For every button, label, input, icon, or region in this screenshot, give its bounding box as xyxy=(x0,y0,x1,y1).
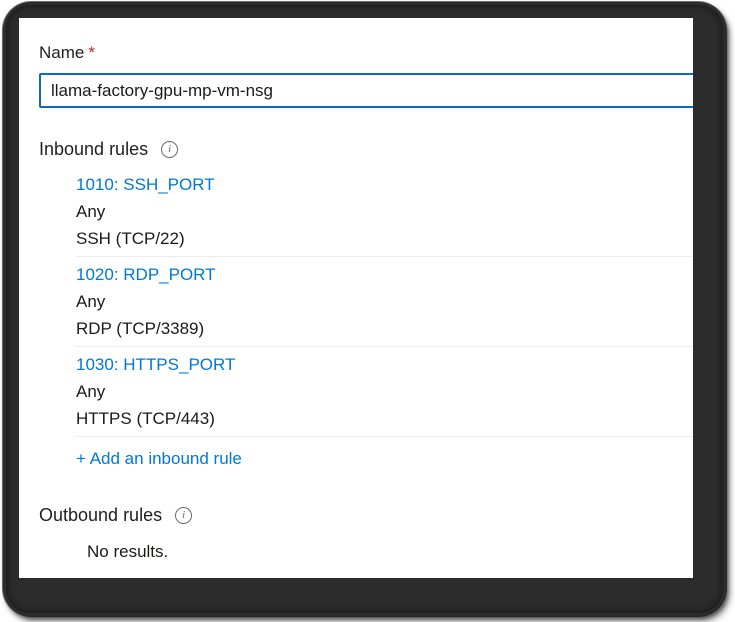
rule-service: SSH (TCP/22) xyxy=(76,229,185,248)
inbound-rule-link[interactable]: 1030: HTTPS_PORT xyxy=(76,351,235,378)
info-icon[interactable]: i xyxy=(175,506,193,524)
info-icon[interactable]: i xyxy=(161,140,179,158)
outbound-rules-header: Outbound rules i xyxy=(39,505,193,525)
rule-service: RDP (TCP/3389) xyxy=(76,319,205,338)
nsg-form-panel: Name* Inbound rules i 1010: SSH_PORT Any… xyxy=(19,18,693,578)
outbound-rules-label: Outbound rules xyxy=(39,505,163,525)
inbound-rule-row: 1010: SSH_PORT Any SSH (TCP/22) xyxy=(76,167,693,257)
rule-source: Any xyxy=(76,292,106,311)
rule-source: Any xyxy=(76,382,106,401)
inbound-rules-header: Inbound rules i xyxy=(39,139,179,159)
name-label-text: Name xyxy=(39,43,85,62)
name-field-label: Name * xyxy=(39,44,693,62)
outbound-no-results-text: No results. xyxy=(87,542,169,561)
add-inbound-rule-row: + Add an inbound rule xyxy=(76,437,693,478)
inbound-rule-link[interactable]: 1020: RDP_PORT xyxy=(76,261,216,288)
inbound-rule-link[interactable]: 1010: SSH_PORT xyxy=(76,171,215,198)
screenshot-stage: Name* Inbound rules i 1010: SSH_PORT Any… xyxy=(0,0,735,622)
inbound-rules-label: Inbound rules xyxy=(39,139,149,159)
inbound-rule-row: 1020: RDP_PORT Any RDP (TCP/3389) xyxy=(76,257,693,347)
inbound-rules-list: 1010: SSH_PORT Any SSH (TCP/22) 1020: RD… xyxy=(76,167,693,478)
rule-source: Any xyxy=(76,202,106,221)
rule-service: HTTPS (TCP/443) xyxy=(76,409,215,428)
inbound-rule-row: 1030: HTTPS_PORT Any HTTPS (TCP/443) xyxy=(76,347,693,437)
add-inbound-rule-link[interactable]: + Add an inbound rule xyxy=(76,449,242,468)
nsg-name-input[interactable] xyxy=(39,73,693,108)
required-asterisk: * xyxy=(88,43,95,62)
